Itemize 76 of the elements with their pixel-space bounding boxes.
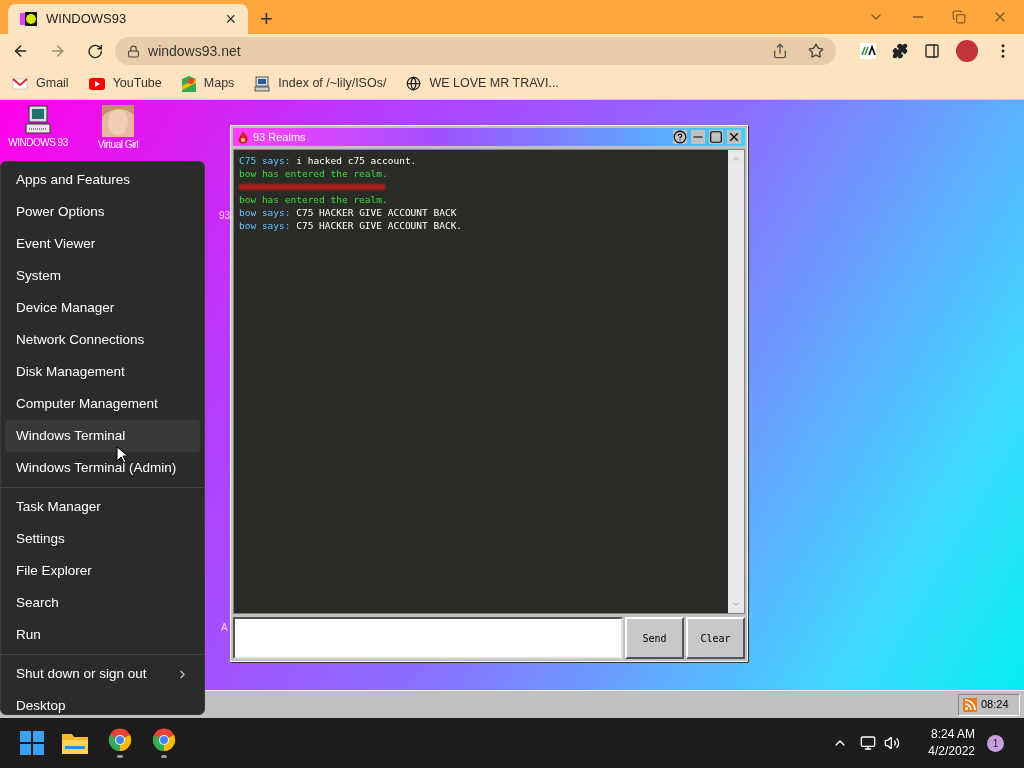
- clock[interactable]: 8:24 AM 4/2/2022: [928, 726, 975, 760]
- minimize-icon[interactable]: [691, 130, 705, 144]
- chat-action-button[interactable]: Send: [625, 617, 684, 659]
- bookmark-link[interactable]: Maps: [181, 74, 235, 93]
- maximize-icon[interactable]: [709, 130, 723, 144]
- menu-item[interactable]: Event Viewer: [5, 228, 200, 260]
- windows-start-icon[interactable]: [20, 731, 44, 755]
- share-icon[interactable]: [772, 43, 788, 59]
- window-title: 93 Realms: [253, 129, 307, 145]
- desktop-label-fragment: 93: [219, 209, 231, 223]
- running-indicator: [161, 755, 167, 758]
- chat-action-button[interactable]: Clear: [686, 617, 745, 659]
- menu-item[interactable]: Run: [5, 619, 200, 651]
- bookmark-link[interactable]: Gmail: [12, 74, 69, 93]
- running-indicator: [117, 755, 123, 758]
- profile-avatar[interactable]: [956, 40, 978, 62]
- chat-message: bow says: C75 HACKER GIVE ACCOUNT BACK: [239, 206, 458, 219]
- restore-icon[interactable]: [952, 10, 966, 24]
- menu-item[interactable]: Disk Management: [5, 356, 200, 388]
- tab-close-button[interactable]: ×: [225, 10, 236, 28]
- desktop-shortcut[interactable]: Virtual Girl: [84, 105, 152, 152]
- menu-item[interactable]: Windows Terminal (Admin): [5, 452, 200, 484]
- system-message: bow has entered the realm.: [239, 193, 389, 206]
- menu-item[interactable]: Network Connections: [5, 324, 200, 356]
- system-message: bow has entered the realm.: [239, 167, 389, 180]
- browser-app-icon[interactable]: [152, 728, 176, 752]
- menu-item[interactable]: Shut down or sign out: [5, 658, 200, 690]
- map-pin-icon: [181, 75, 196, 92]
- menu-item[interactable]: File Explorer: [5, 555, 200, 587]
- menu-item[interactable]: Task Manager: [5, 491, 200, 523]
- win93-clock: 08:24: [958, 693, 1020, 716]
- menu-item[interactable]: Power Options: [5, 196, 200, 228]
- bookmark-link[interactable]: YouTube: [88, 74, 162, 93]
- tab-favicon-icon: [20, 11, 38, 27]
- network-icon[interactable]: [860, 735, 877, 751]
- browser-tab[interactable]: WINDOWS93 ×: [8, 4, 248, 34]
- folder-icon[interactable]: [62, 732, 88, 754]
- chat-message: bow says: C75 HACKER GIVE ACCOUNT BACK.: [239, 219, 464, 232]
- reload-icon[interactable]: [86, 42, 103, 60]
- desktop-label-fragment: A: [221, 621, 228, 635]
- tab-title: WINDOWS93: [46, 10, 128, 29]
- menu-item[interactable]: Computer Management: [5, 388, 200, 420]
- mouse-pointer-icon: [116, 446, 128, 464]
- puzzle-icon[interactable]: [892, 43, 908, 59]
- fire-icon: [237, 130, 249, 144]
- rss-icon: [963, 697, 977, 712]
- bookmark-link[interactable]: WE LOVE MR TRAVI...: [406, 74, 559, 93]
- mail-icon: [12, 77, 28, 90]
- bookmark-link[interactable]: Index of /~lily/ISOs/: [254, 74, 387, 93]
- new-tab-button[interactable]: +: [260, 8, 273, 30]
- notification-badge[interactable]: 1: [987, 734, 1004, 752]
- menu-item[interactable]: System: [5, 260, 200, 292]
- extension-icon[interactable]: [860, 43, 876, 59]
- message-input[interactable]: [233, 617, 623, 659]
- menu-item[interactable]: Apps and Features: [5, 164, 200, 196]
- menu-item[interactable]: Settings: [5, 523, 200, 555]
- close-icon[interactable]: [727, 130, 741, 144]
- portrait-icon: [102, 105, 134, 137]
- computer-icon: [24, 105, 52, 135]
- url-text: windows93.net: [148, 41, 242, 61]
- address-bar[interactable]: windows93.net: [115, 37, 836, 65]
- desktop-shortcut[interactable]: WINDOWS 93: [4, 105, 72, 152]
- browser-app-icon[interactable]: [108, 728, 132, 752]
- menu-item[interactable]: Windows Terminal: [5, 420, 200, 452]
- bookmark-star-icon[interactable]: [808, 43, 824, 59]
- menu-item[interactable]: Search: [5, 587, 200, 619]
- computer-icon: [254, 75, 271, 92]
- menu-item[interactable]: Desktop: [5, 690, 200, 722]
- side-panel-icon[interactable]: [924, 43, 940, 59]
- lock-icon: [127, 44, 140, 58]
- menu-item[interactable]: Device Manager: [5, 292, 200, 324]
- globe-icon: [406, 76, 422, 91]
- chat-message: C75 says: i hacked c75 account.: [239, 154, 418, 167]
- volume-icon[interactable]: [884, 735, 901, 751]
- help-icon[interactable]: [673, 130, 687, 144]
- play-icon: [88, 77, 105, 90]
